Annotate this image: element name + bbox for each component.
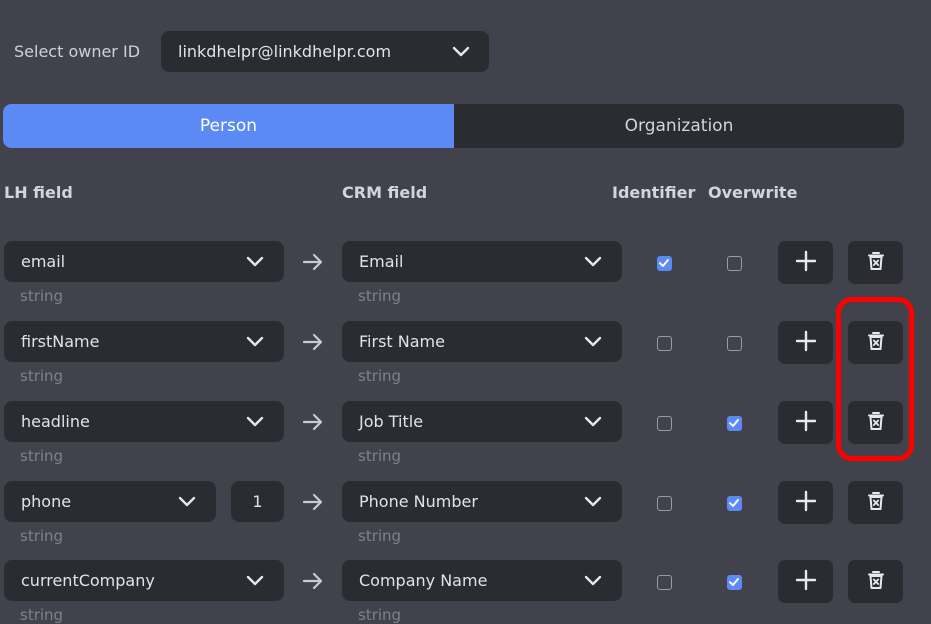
lh-field-value: currentCompany [21,571,155,590]
chevron-down-icon [584,413,602,431]
overwrite-checkbox[interactable] [727,575,742,590]
crm-field-select[interactable]: Company Name [342,560,622,601]
lh-field-type: string [20,367,64,385]
chevron-down-icon [246,333,264,351]
header-identifier: Identifier [612,183,696,202]
header-crm-field: CRM field [342,183,428,202]
chevron-down-icon [246,413,264,431]
chevron-down-icon [584,493,602,511]
header-overwrite: Overwrite [708,183,798,202]
trash-icon [867,491,885,515]
plus-icon [795,250,817,276]
lh-field-value: firstName [21,332,100,351]
crm-field-type: string [358,447,402,465]
crm-field-value: Phone Number [359,492,478,511]
lh-field-type: string [20,606,64,624]
chevron-down-icon [452,43,470,61]
checkmark-icon [728,417,741,429]
crm-field-select[interactable]: First Name [342,321,622,362]
lh-field-select[interactable]: email [4,241,284,282]
crm-field-value: Job Title [359,412,424,431]
arrow-right-icon [302,570,324,592]
chevron-down-icon [584,572,602,590]
highlight-annotation [836,297,914,461]
identifier-checkbox[interactable] [657,496,672,511]
add-mapping-button[interactable] [778,241,833,284]
lh-field-value: phone [21,492,72,511]
add-mapping-button[interactable] [778,560,833,603]
crm-field-type: string [358,606,402,624]
owner-select[interactable]: linkdhelpr@linkdhelpr.com [161,31,489,72]
chevron-down-icon [584,333,602,351]
identifier-checkbox[interactable] [657,416,672,431]
overwrite-checkbox[interactable] [727,496,742,511]
lh-field-value: email [21,252,66,271]
lh-field-type: string [20,527,64,545]
arrow-right-icon [302,411,324,433]
crm-field-type: string [358,527,402,545]
delete-mapping-button[interactable] [848,481,903,524]
owner-select-value: linkdhelpr@linkdhelpr.com [178,42,392,61]
tab-organization[interactable]: Organization [454,104,904,148]
lh-field-select[interactable]: headline [4,401,284,442]
crm-field-select[interactable]: Phone Number [342,481,622,522]
add-mapping-button[interactable] [778,321,833,364]
chevron-down-icon [246,253,264,271]
overwrite-checkbox[interactable] [727,416,742,431]
crm-field-value: First Name [359,332,445,351]
checkmark-icon [728,576,741,588]
checkmark-icon [658,257,671,269]
delete-mapping-button[interactable] [848,241,903,284]
index-input[interactable]: 1 [231,481,284,522]
plus-icon [795,410,817,436]
lh-field-select[interactable]: firstName [4,321,284,362]
chevron-down-icon [178,493,196,511]
crm-field-type: string [358,287,402,305]
plus-icon [795,490,817,516]
plus-icon [795,569,817,595]
chevron-down-icon [584,253,602,271]
arrow-right-icon [302,251,324,273]
overwrite-checkbox[interactable] [727,336,742,351]
crm-field-value: Company Name [359,571,488,590]
plus-icon [795,330,817,356]
identifier-checkbox[interactable] [657,575,672,590]
identifier-checkbox[interactable] [657,336,672,351]
add-mapping-button[interactable] [778,401,833,444]
crm-field-type: string [358,367,402,385]
crm-field-value: Email [359,252,404,271]
entity-tabs: Person Organization [3,104,904,148]
tab-person[interactable]: Person [3,104,454,148]
arrow-right-icon [302,331,324,353]
index-value: 1 [252,492,263,511]
lh-field-type: string [20,287,64,305]
chevron-down-icon [246,572,264,590]
lh-field-type: string [20,447,64,465]
delete-mapping-button[interactable] [848,560,903,603]
crm-field-select[interactable]: Email [342,241,622,282]
lh-field-value: headline [21,412,90,431]
overwrite-checkbox[interactable] [727,256,742,271]
owner-label: Select owner ID [14,42,141,61]
crm-field-select[interactable]: Job Title [342,401,622,442]
identifier-checkbox[interactable] [657,256,672,271]
trash-icon [867,570,885,594]
arrow-right-icon [302,491,324,513]
trash-icon [867,251,885,275]
lh-field-select[interactable]: phone [4,481,216,522]
checkmark-icon [728,497,741,509]
lh-field-select[interactable]: currentCompany [4,560,284,601]
add-mapping-button[interactable] [778,481,833,524]
header-lh-field: LH field [4,183,73,202]
